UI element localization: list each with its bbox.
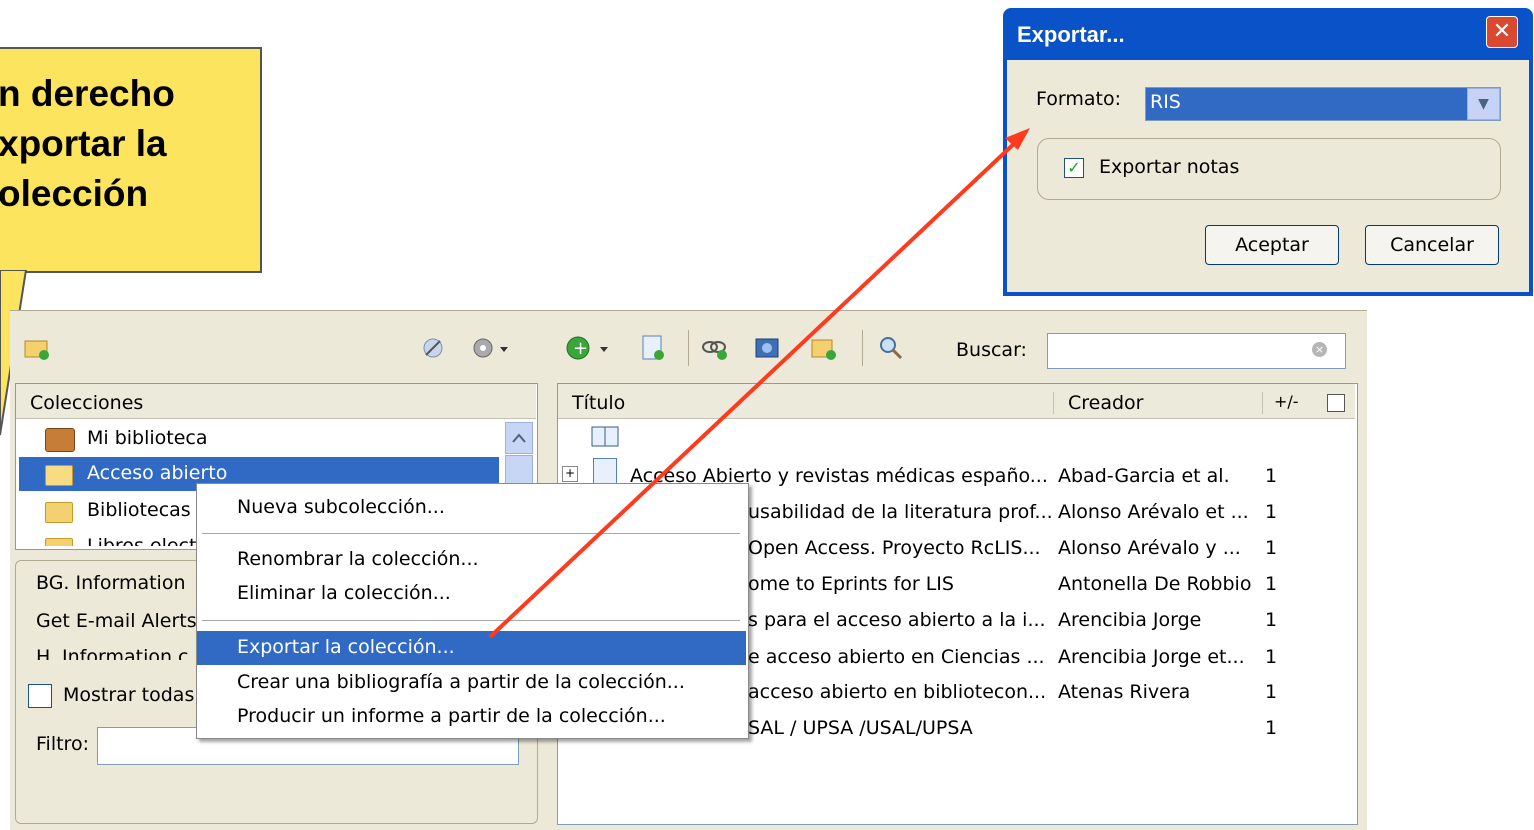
annotation-arrow <box>488 128 1030 639</box>
